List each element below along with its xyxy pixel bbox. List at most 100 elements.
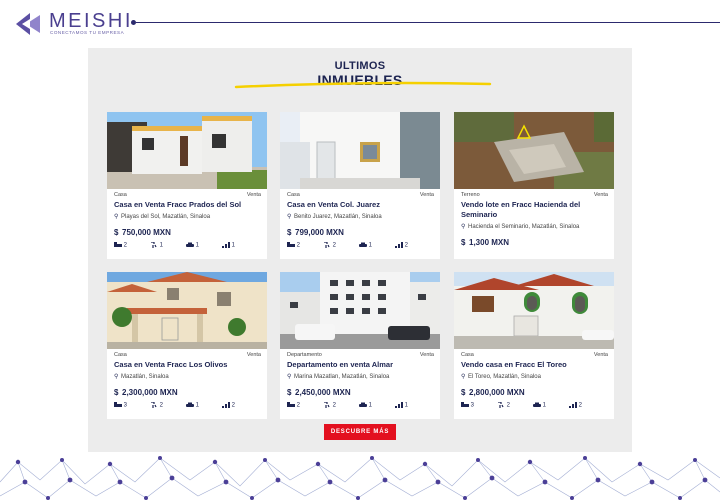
listing-type: Casa [287, 192, 300, 198]
area-icon [569, 402, 577, 408]
bed-icon [461, 402, 469, 407]
listing-card[interactable]: Casa Venta Vendo casa en Fracc El Toreo … [454, 272, 614, 419]
listing-card[interactable]: Casa Venta Casa en Venta Fracc Los Olivo… [107, 272, 267, 419]
listing-title[interactable]: Vendo casa en Fracc El Toreo [461, 360, 609, 370]
section-underline [234, 81, 492, 89]
feature-area: 1 [222, 242, 235, 249]
listing-operation: Venta [593, 352, 608, 358]
listing-photo[interactable] [107, 112, 267, 189]
listing-operation: Venta [419, 352, 434, 358]
feature-area: 2 [395, 242, 408, 249]
listing-photo[interactable] [454, 272, 614, 349]
listing-features: 2 1 1 1 [114, 242, 262, 250]
listing-location: ⚲ Playas del Sol, Mazatlán, Sinaloa [114, 214, 211, 220]
feature-bathrooms: 2 [497, 402, 510, 409]
listing-card[interactable]: Casa Venta Casa en Venta Col. Juarez ⚲ Be… [280, 112, 440, 259]
listing-card[interactable]: Terreno Venta Vendo lote en Fracc Hacien… [454, 112, 614, 259]
area-icon [395, 402, 403, 408]
shower-icon [324, 402, 330, 408]
location-pin-icon: ⚲ [461, 374, 466, 380]
feature-bedrooms: 2 [287, 242, 300, 249]
listing-price: $2,450,000 MXN [287, 388, 351, 397]
site-header: MEISHI CONECTAMOS TU EMPRESA [0, 0, 720, 46]
feature-bedrooms: 2 [287, 402, 300, 409]
feature-bedrooms: 3 [114, 402, 127, 409]
listing-type: Departamento [287, 352, 322, 358]
feature-area: 2 [569, 402, 582, 409]
area-icon [222, 402, 230, 408]
shower-icon [151, 242, 157, 248]
location-pin-icon: ⚲ [287, 214, 292, 220]
car-icon [186, 402, 194, 407]
location-pin-icon: ⚲ [114, 214, 119, 220]
listing-price: $2,800,000 MXN [461, 388, 525, 397]
feature-bathrooms: 1 [150, 242, 163, 249]
listings-panel: ULTIMOS INMUEBLES Casa Venta Casa en Ven [88, 48, 632, 452]
listing-operation: Venta [246, 352, 261, 358]
bed-icon [287, 402, 295, 407]
header-divider-line [136, 22, 720, 23]
brand-tagline: CONECTAMOS TU EMPRESA [50, 30, 125, 35]
section-title-small: ULTIMOS [334, 60, 386, 72]
network-decoration [0, 456, 720, 500]
feature-bathrooms: 2 [323, 402, 336, 409]
listing-title[interactable]: Casa en Venta Col. Juarez [287, 200, 435, 210]
discover-more-button[interactable]: DESCUBRE MÁS [324, 424, 396, 440]
listing-title[interactable]: Casa en Venta Fracc Prados del Sol [114, 200, 262, 210]
bed-icon [114, 242, 122, 247]
location-pin-icon: ⚲ [114, 374, 119, 380]
car-icon [533, 402, 541, 407]
listing-features: 3 2 1 2 [114, 402, 262, 410]
listing-location: ⚲ Marina Mazatlan, Mazatlán, Sinaloa [287, 374, 390, 380]
listing-features: 2 2 1 1 [287, 402, 435, 410]
listing-operation: Venta [593, 192, 608, 198]
feature-parking: 1 [533, 402, 546, 409]
listing-price: $750,000 MXN [114, 228, 171, 237]
listing-card[interactable]: Casa Venta Casa en Venta Fracc Prados de… [107, 112, 267, 259]
listing-location: ⚲ Hacienda el Seminario, Mazatlán, Sinalo… [461, 224, 580, 230]
feature-area: 2 [222, 402, 235, 409]
feature-bedrooms: 2 [114, 242, 127, 249]
listing-photo[interactable] [280, 112, 440, 189]
listing-operation: Venta [419, 192, 434, 198]
feature-area: 1 [395, 402, 408, 409]
listing-photo[interactable] [280, 272, 440, 349]
feature-bedrooms: 3 [461, 402, 474, 409]
shower-icon [498, 402, 504, 408]
feature-bathrooms: 2 [150, 402, 163, 409]
bed-icon [114, 402, 122, 407]
listing-price: $799,000 MXN [287, 228, 344, 237]
area-icon [395, 242, 403, 248]
feature-parking: 1 [359, 402, 372, 409]
car-icon [359, 402, 367, 407]
listing-title[interactable]: Casa en Venta Fracc Los Olivos [114, 360, 262, 370]
listing-features: 2 2 1 2 [287, 242, 435, 250]
location-pin-icon: ⚲ [461, 224, 466, 230]
listing-operation: Venta [246, 192, 261, 198]
feature-parking: 1 [186, 242, 199, 249]
brand-logo[interactable]: MEISHI CONECTAMOS TU EMPRESA [16, 10, 146, 38]
feature-bathrooms: 2 [323, 242, 336, 249]
feature-parking: 1 [186, 402, 199, 409]
feature-parking: 1 [359, 242, 372, 249]
listing-price: $1,300 MXN [461, 238, 510, 247]
bed-icon [287, 242, 295, 247]
listing-type: Casa [114, 192, 127, 198]
listing-price: $2,300,000 MXN [114, 388, 178, 397]
logo-mark-icon [16, 13, 40, 35]
listing-features: 3 2 1 2 [461, 402, 609, 410]
listing-title[interactable]: Vendo lote en Fracc Hacienda del Seminar… [461, 200, 609, 219]
area-icon [222, 242, 230, 248]
listing-card[interactable]: Departamento Venta Departamento en venta… [280, 272, 440, 419]
listing-title[interactable]: Departamento en venta Almar [287, 360, 435, 370]
listing-location: ⚲ El Toreo, Mazatlán, Sinaloa [461, 374, 541, 380]
car-icon [359, 242, 367, 247]
listing-type: Casa [114, 352, 127, 358]
listing-location: ⚲ Benito Juarez, Mazatlán, Sinaloa [287, 214, 382, 220]
listing-type: Terreno [461, 192, 480, 198]
location-pin-icon: ⚲ [287, 374, 292, 380]
listing-photo[interactable] [454, 112, 614, 189]
listing-location: ⚲ Mazatlán, Sinaloa [114, 374, 169, 380]
listing-photo[interactable] [107, 272, 267, 349]
car-icon [186, 242, 194, 247]
